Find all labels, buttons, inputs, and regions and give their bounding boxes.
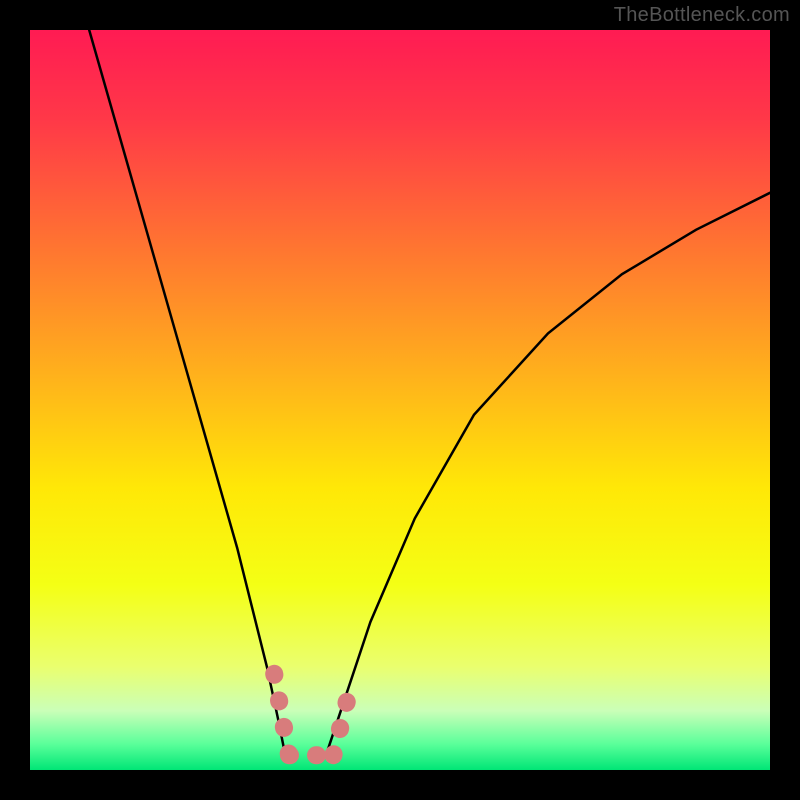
chart-curves <box>30 30 770 770</box>
curve-right-curve <box>326 193 770 755</box>
plot-area <box>30 30 770 770</box>
highlight-dots-2 <box>333 696 348 755</box>
curve-left-curve <box>89 30 285 755</box>
chart-container: TheBottleneck.com <box>0 0 800 800</box>
watermark-text: TheBottleneck.com <box>614 4 790 27</box>
